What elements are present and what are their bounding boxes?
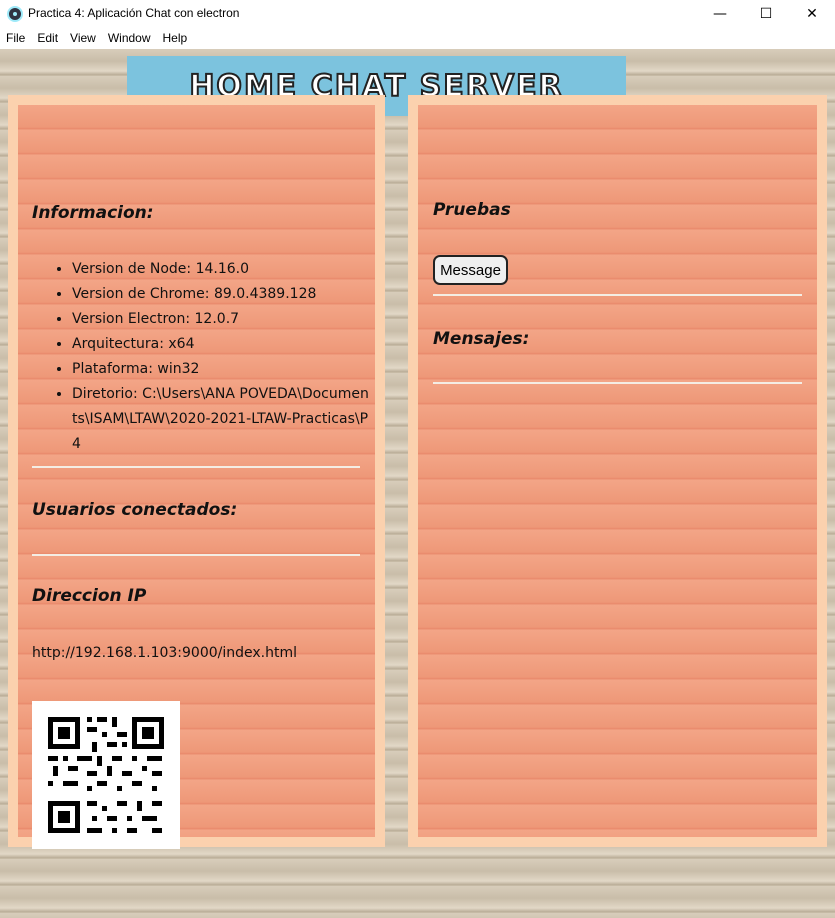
divider bbox=[32, 554, 360, 556]
list-item: Plataforma: win32 bbox=[72, 357, 374, 382]
list-item: Diretorio: C:\Users\ANA POVEDA\Documents… bbox=[72, 382, 374, 457]
divider bbox=[32, 466, 360, 468]
messages-heading: Mensajes: bbox=[433, 329, 530, 349]
message-button[interactable]: Message bbox=[433, 255, 508, 285]
menu-edit[interactable]: Edit bbox=[31, 28, 64, 49]
maximize-button[interactable]: ☐ bbox=[743, 0, 789, 28]
close-button[interactable]: ✕ bbox=[789, 0, 835, 28]
info-heading: Informacion: bbox=[32, 203, 154, 223]
list-item: Version de Chrome: 89.0.4389.128 bbox=[72, 282, 374, 307]
divider bbox=[433, 294, 802, 296]
menu-window[interactable]: Window bbox=[102, 28, 157, 49]
menu-bar: File Edit View Window Help bbox=[0, 28, 835, 49]
menu-file[interactable]: File bbox=[0, 28, 31, 49]
menu-help[interactable]: Help bbox=[157, 28, 194, 49]
title-bar: Practica 4: Aplicación Chat con electron… bbox=[0, 0, 835, 28]
ip-heading: Direccion IP bbox=[32, 586, 147, 606]
list-item: Version de Node: 14.16.0 bbox=[72, 257, 374, 282]
divider bbox=[433, 382, 802, 384]
minimize-button[interactable]: — bbox=[697, 0, 743, 28]
menu-view[interactable]: View bbox=[64, 28, 102, 49]
tests-heading: Pruebas bbox=[433, 200, 511, 220]
list-item: Version Electron: 12.0.7 bbox=[72, 307, 374, 332]
ip-url[interactable]: http://192.168.1.103:9000/index.html bbox=[32, 645, 297, 661]
window-title: Practica 4: Aplicación Chat con electron bbox=[28, 6, 240, 20]
qr-code bbox=[32, 701, 180, 849]
electron-app-icon bbox=[7, 6, 23, 22]
info-list: Version de Node: 14.16.0 Version de Chro… bbox=[54, 257, 374, 457]
list-item: Arquitectura: x64 bbox=[72, 332, 374, 357]
users-heading: Usuarios conectados: bbox=[32, 500, 238, 520]
